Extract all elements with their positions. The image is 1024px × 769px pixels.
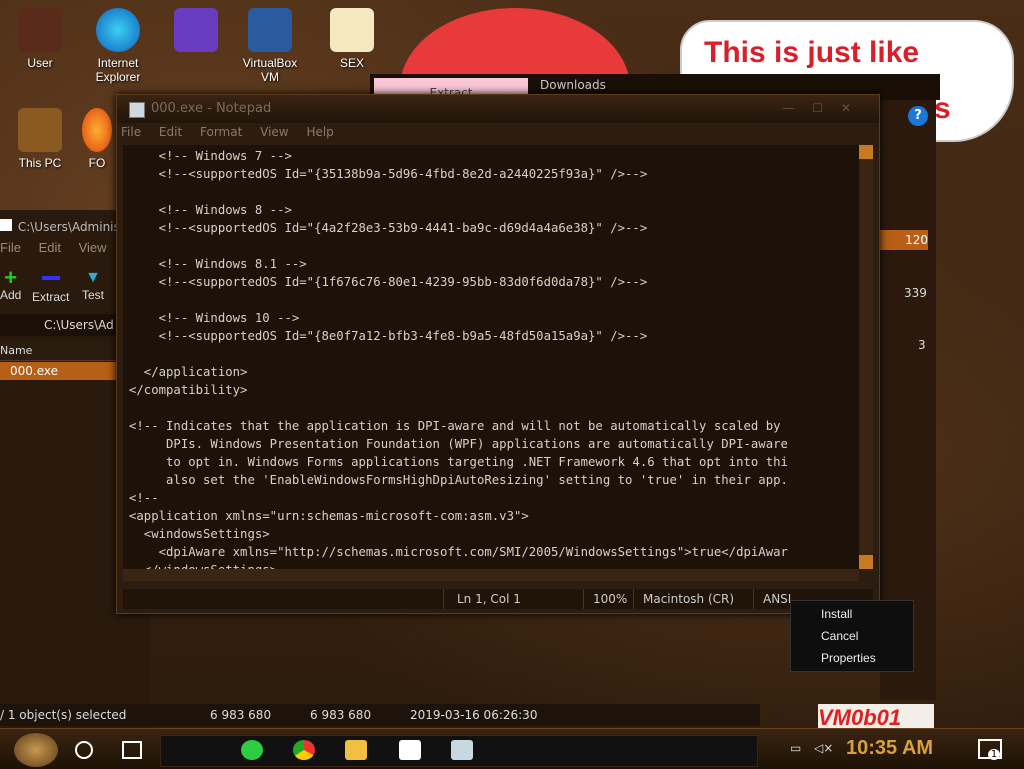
taskbar-apps: [160, 735, 758, 767]
menu-edit[interactable]: Edit: [159, 125, 182, 139]
editor-content: <!-- Windows 7 --> <!--<supportedOS Id="…: [129, 149, 788, 569]
status-zoom: 100%: [593, 592, 628, 606]
extract-button[interactable]: Extract: [32, 268, 69, 304]
menu-item-cancel[interactable]: Cancel: [821, 629, 858, 643]
status-packed-size: 6 983 680: [310, 708, 372, 722]
vertical-scrollbar[interactable]: [859, 145, 873, 569]
volume-icon[interactable]: ◁×: [814, 741, 833, 755]
notification-count: 1: [988, 749, 1000, 760]
status-divider: [633, 589, 634, 609]
status-date: 2019-03-16 06:26:30: [410, 708, 538, 722]
menu-file[interactable]: File: [121, 125, 141, 139]
notepad-titlebar[interactable]: 000.exe - Notepad —☐✕: [117, 95, 879, 123]
desktop-icon-sex[interactable]: SEX: [316, 8, 388, 70]
horizontal-scrollbar[interactable]: [123, 569, 859, 581]
menu-item-properties[interactable]: Properties: [821, 651, 876, 665]
menu-view[interactable]: View: [79, 240, 107, 255]
menu-view[interactable]: View: [260, 125, 288, 139]
notepad-menu: File Edit Format View Help: [121, 125, 348, 143]
firefox-icon: [82, 108, 112, 152]
status-encoding: ANSI: [763, 592, 792, 606]
status-divider: [583, 589, 584, 609]
context-menu: Install Cancel Properties: [790, 600, 914, 672]
menu-edit[interactable]: Edit: [39, 240, 61, 255]
file-row[interactable]: 000.exe: [0, 362, 118, 380]
column-header-name[interactable]: Name: [0, 342, 118, 361]
edge-icon: [96, 8, 140, 52]
start-button[interactable]: [14, 733, 58, 767]
value-3: 3: [918, 338, 926, 352]
status-position: Ln 1, Col 1: [457, 592, 521, 606]
search-icon[interactable]: [75, 741, 93, 759]
7zip-taskbar-icon[interactable]: [399, 740, 421, 760]
desktop-icon-firefox[interactable]: FO: [72, 108, 122, 170]
menu-format[interactable]: Format: [200, 125, 242, 139]
virtualbox-icon: [248, 8, 292, 52]
file-explorer-icon[interactable]: [345, 740, 367, 760]
spotify-icon[interactable]: [241, 740, 263, 760]
extract-icon: [41, 276, 60, 280]
scroll-up-icon[interactable]: [859, 145, 873, 159]
window-controls[interactable]: —☐✕: [782, 101, 869, 115]
text-editor[interactable]: <!-- Windows 7 --> <!--<supportedOS Id="…: [123, 145, 859, 569]
7zip-menu: File Edit View F: [0, 240, 132, 255]
status-divider: [753, 589, 754, 609]
test-button[interactable]: ▼ Test: [82, 268, 104, 302]
hxd-icon: [330, 8, 374, 52]
clock[interactable]: 10:35 AM: [846, 737, 933, 760]
add-icon: +: [4, 265, 18, 290]
taskbar: ▭ ◁× 10:35 AM 1: [0, 728, 1024, 769]
desktop-icon-user[interactable]: User: [4, 8, 76, 70]
7zip-title: C:\Users\Adminis: [0, 215, 120, 237]
tab-downloads[interactable]: Downloads: [540, 78, 606, 92]
help-icon[interactable]: ?: [908, 106, 928, 126]
notepad-statusbar: Ln 1, Col 1 100% Macintosh (CR) ANSI: [123, 589, 873, 609]
visual-studio-icon: [174, 8, 218, 52]
balloon-text: This is just like: [704, 36, 920, 69]
desktop-icon-virtualbox[interactable]: VirtualBox VM: [234, 8, 306, 84]
status-size: 6 983 680: [210, 708, 272, 722]
computer-icon: [18, 108, 62, 152]
test-icon: ▼: [85, 269, 101, 286]
add-button[interactable]: + Add: [0, 265, 21, 303]
menu-help[interactable]: Help: [306, 125, 333, 139]
chrome-icon[interactable]: [293, 740, 315, 760]
7zip-icon: [0, 219, 12, 231]
value-339: 339: [904, 286, 927, 300]
user-icon: [18, 8, 62, 52]
status-selected: / 1 object(s) selected: [0, 708, 127, 722]
desktop-icon-this-pc[interactable]: This PC: [4, 108, 76, 170]
notepad-window: 000.exe - Notepad —☐✕ File Edit Format V…: [116, 94, 880, 614]
notepad-taskbar-icon[interactable]: [451, 740, 473, 760]
7zip-address-bar[interactable]: C:\Users\Ad: [0, 314, 118, 336]
scroll-down-icon[interactable]: [859, 555, 873, 569]
task-view-icon[interactable]: [122, 741, 142, 759]
size-badge: 120: [880, 230, 928, 250]
desktop-icon-internet-explorer[interactable]: Internet Explorer: [82, 8, 154, 84]
menu-file[interactable]: File: [0, 240, 21, 255]
7zip-statusbar: / 1 object(s) selected 6 983 680 6 983 6…: [0, 704, 760, 726]
desktop-icon-visual-studio[interactable]: [160, 8, 232, 56]
menu-item-install[interactable]: Install: [821, 607, 852, 621]
status-line-ending: Macintosh (CR): [643, 592, 735, 606]
notepad-title: 000.exe - Notepad: [151, 101, 272, 116]
status-divider: [443, 589, 444, 609]
network-icon[interactable]: ▭: [790, 741, 801, 755]
notepad-icon: [129, 102, 145, 118]
